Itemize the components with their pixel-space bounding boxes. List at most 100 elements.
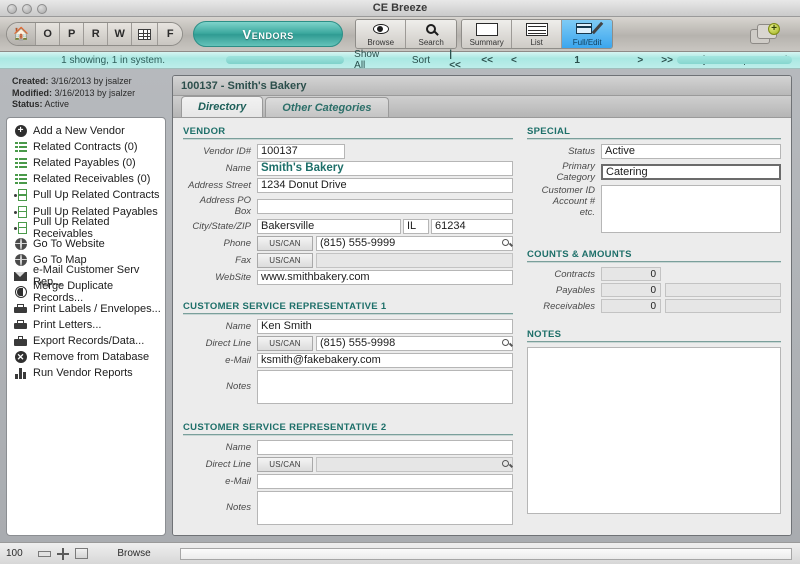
- address-pobox-input[interactable]: [257, 198, 513, 214]
- sidebar-item-label: Related Contracts (0): [33, 140, 138, 153]
- tab-other-categories[interactable]: Other Categories: [265, 97, 389, 117]
- list-icon: [14, 140, 27, 153]
- customer-id-input[interactable]: [601, 185, 781, 233]
- phone-input[interactable]: (815) 555-9999: [316, 236, 513, 251]
- primary-category-input[interactable]: Catering: [601, 164, 781, 180]
- csr1-direct-line-row: Direct Line US/CAN (815) 555-9998: [183, 336, 513, 351]
- printer-icon: [14, 318, 27, 331]
- sidebar-item-related-contracts[interactable]: Related Contracts (0): [7, 139, 165, 155]
- csr1-direct-line-input[interactable]: (815) 555-9998: [316, 336, 513, 351]
- vendor-name-label: Name: [225, 163, 251, 174]
- grid-icon: [138, 28, 152, 40]
- csr2-notes-input[interactable]: [257, 491, 513, 525]
- phone-country-button[interactable]: US/CAN: [257, 236, 313, 251]
- zip-input[interactable]: 61234: [431, 219, 513, 234]
- close-button[interactable]: [7, 4, 17, 14]
- csr2-lookup-icon[interactable]: [502, 460, 509, 467]
- csr2-direct-line-wrap: [316, 457, 513, 472]
- sidebar-item-label: Pull Up Related Contracts: [33, 189, 160, 202]
- record-meta: Created: 3/16/2013 by jsalzer Modified: …: [6, 75, 166, 117]
- summary-button[interactable]: Summary: [462, 20, 513, 48]
- csr1-lookup-icon[interactable]: [502, 339, 509, 346]
- payables-label: Payables: [555, 284, 595, 296]
- quick-nav-button-group[interactable]: 🏠 O P R W F: [6, 22, 184, 46]
- csr2-direct-line-input[interactable]: [316, 457, 513, 472]
- sidebar-item-remove-from-database[interactable]: ✕ Remove from Database: [7, 349, 165, 365]
- website-input[interactable]: www.smithbakery.com: [257, 270, 513, 285]
- full-edit-button[interactable]: Full/Edit: [562, 20, 613, 48]
- record-navigation[interactable]: |<< << < 1 > >> >>|: [440, 49, 714, 71]
- prev-record-button[interactable]: <: [502, 55, 526, 66]
- status-input[interactable]: Active: [601, 144, 781, 159]
- layout-button-group[interactable]: Summary List Full/Edit: [461, 19, 614, 49]
- csr1-notes-input[interactable]: [257, 370, 513, 404]
- special-section-title: SPECIAL: [527, 126, 571, 137]
- csr1-country-button[interactable]: US/CAN: [257, 336, 313, 351]
- next-record-button[interactable]: >: [628, 55, 652, 66]
- summary-label: Summary: [469, 38, 504, 47]
- customer-id-label-line2: Account #: [552, 196, 595, 207]
- mode-label[interactable]: Browse: [94, 548, 174, 559]
- sidebar-item-print-labels[interactable]: Print Labels / Envelopes...: [7, 301, 165, 317]
- minimize-button[interactable]: [22, 4, 32, 14]
- nav-pill-right: [677, 56, 792, 64]
- sidebar-item-export-records[interactable]: Export Records/Data...: [7, 333, 165, 349]
- csr2-direct-line-label: Direct Line: [205, 459, 251, 470]
- sort-button[interactable]: Sort: [402, 55, 440, 66]
- zoom-button[interactable]: [37, 4, 47, 14]
- vendor-name-input[interactable]: Smith's Bakery: [257, 161, 513, 176]
- module-tab-vendors[interactable]: Vendors: [193, 21, 344, 47]
- new-layer-icon[interactable]: +: [750, 23, 780, 46]
- sidebar-menu: + Add a New Vendor Related Contracts (0)…: [6, 116, 166, 536]
- vendor-id-input[interactable]: 100137: [257, 144, 345, 159]
- phone-lookup-icon[interactable]: [502, 239, 509, 246]
- receivables-amount: [665, 299, 781, 313]
- list-button[interactable]: List: [512, 20, 563, 48]
- quick-button-w[interactable]: W: [108, 23, 133, 45]
- home-button[interactable]: 🏠: [7, 23, 37, 45]
- quick-button-o[interactable]: O: [36, 23, 61, 45]
- sidebar-item-pull-up-contracts[interactable]: Pull Up Related Contracts: [7, 187, 165, 203]
- notes-input[interactable]: [527, 347, 781, 514]
- prev-page-button[interactable]: <<: [472, 55, 502, 66]
- sidebar-item-run-vendor-reports[interactable]: Run Vendor Reports: [7, 365, 165, 381]
- first-record-button[interactable]: |<<: [440, 49, 472, 71]
- tab-directory[interactable]: Directory: [181, 96, 264, 117]
- plus-circle-icon: +: [14, 124, 27, 137]
- csr2-name-input[interactable]: [257, 440, 513, 455]
- current-record-number[interactable]: 1: [526, 55, 629, 66]
- address-street-input[interactable]: 1234 Donut Drive: [257, 178, 513, 193]
- sidebar-item-add-new-vendor[interactable]: + Add a New Vendor: [7, 123, 165, 139]
- fax-input[interactable]: [316, 253, 513, 268]
- toolbar: 🏠 O P R W F Vendors Browse Search Summar…: [0, 17, 800, 52]
- quick-button-r[interactable]: R: [84, 23, 109, 45]
- sidebar-item-merge-duplicates[interactable]: Merge Duplicate Records...: [7, 280, 165, 304]
- state-input[interactable]: IL: [403, 219, 429, 234]
- sidebar-item-pull-up-receivables[interactable]: Pull Up Related Receivables: [7, 216, 165, 240]
- sidebar-item-related-receivables[interactable]: Related Receivables (0): [7, 171, 165, 187]
- csr2-country-button[interactable]: US/CAN: [257, 457, 313, 472]
- status-toggle-icon[interactable]: [75, 548, 88, 559]
- zoom-out-icon[interactable]: [38, 550, 51, 557]
- sidebar-item-print-letters[interactable]: Print Letters...: [7, 317, 165, 333]
- city-input[interactable]: Bakersville: [257, 219, 401, 234]
- phone-row: Phone US/CAN (815) 555-9999: [183, 236, 513, 251]
- csr1-name-input[interactable]: Ken Smith: [257, 319, 513, 334]
- counts-row-contracts: Contracts 0: [527, 267, 781, 281]
- view-button-group[interactable]: Browse Search: [355, 19, 458, 49]
- csr1-notes-row: Notes: [183, 370, 513, 404]
- window-controls[interactable]: [7, 4, 47, 14]
- csr1-email-input[interactable]: ksmith@fakebakery.com: [257, 353, 513, 368]
- fax-country-button[interactable]: US/CAN: [257, 253, 313, 268]
- quick-button-f[interactable]: F: [158, 23, 183, 45]
- horizontal-scrollbar[interactable]: [180, 547, 792, 560]
- sidebar-item-label: Related Payables (0): [33, 156, 136, 169]
- zoom-in-icon[interactable]: [57, 547, 69, 560]
- grid-button[interactable]: [132, 23, 159, 45]
- search-button[interactable]: Search: [406, 20, 457, 48]
- browse-button[interactable]: Browse: [356, 20, 407, 48]
- csr2-email-input[interactable]: [257, 474, 513, 489]
- quick-button-p[interactable]: P: [60, 23, 85, 45]
- show-all-button[interactable]: Show All: [344, 49, 402, 71]
- sidebar-item-related-payables[interactable]: Related Payables (0): [7, 155, 165, 171]
